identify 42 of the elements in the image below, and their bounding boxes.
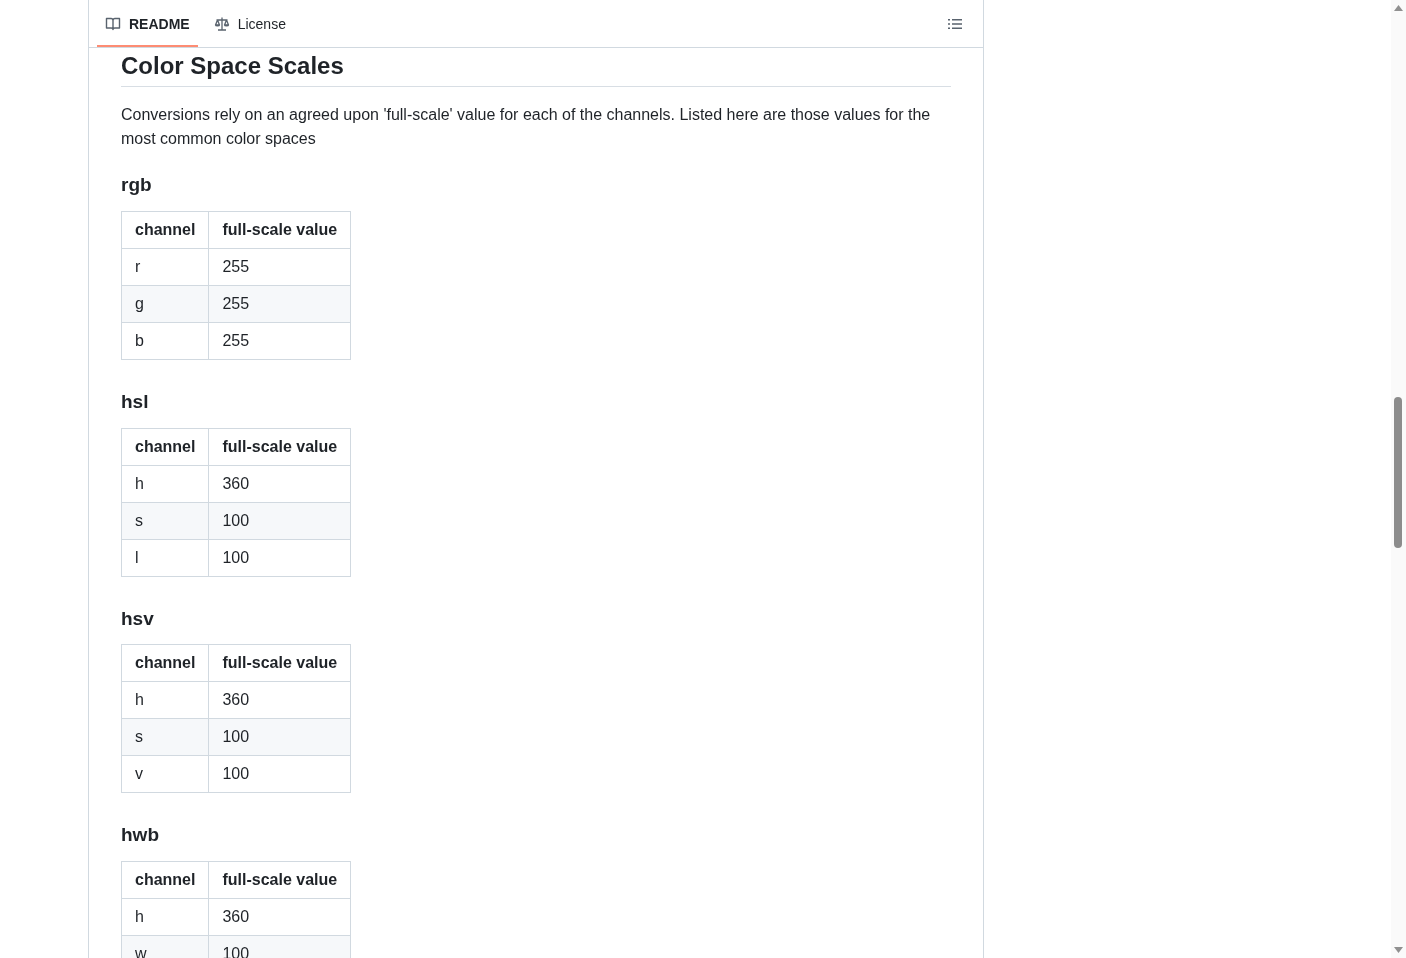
- table-cell: 255: [208, 285, 351, 323]
- table-cell: 100: [208, 718, 351, 756]
- table-cell: r: [121, 248, 209, 286]
- table-cell: 360: [208, 898, 351, 936]
- table-cell: b: [121, 322, 209, 360]
- table-cell: s: [121, 502, 209, 539]
- table-cell: g: [121, 285, 209, 323]
- tab[interactable]: License: [205, 0, 294, 47]
- column-header: full-scale value: [208, 428, 351, 465]
- book-icon: [105, 15, 121, 32]
- table-cell: v: [121, 755, 209, 793]
- subsection-heading: hwb: [121, 823, 160, 847]
- table-cell: 100: [208, 539, 351, 576]
- table-cell: s: [121, 718, 209, 756]
- intro-paragraph: Conversions rely on an agreed upon 'full-scale' value for each of the channels. Listed here are those values for the most common color spaces: [121, 105, 932, 149]
- table-cell: 100: [208, 755, 351, 793]
- table-cell: 100: [208, 502, 351, 539]
- table-cell: 360: [208, 681, 351, 719]
- table-cell: h: [121, 465, 209, 502]
- tab[interactable]: README: [97, 0, 198, 47]
- column-header: full-scale value: [208, 861, 351, 899]
- section-heading: Color Space Scales: [121, 51, 951, 87]
- subsection-heading: hsv: [121, 606, 155, 631]
- column-header: channel: [121, 644, 209, 682]
- scroll-up-icon[interactable]: [1394, 5, 1403, 11]
- table-cell: 360: [208, 465, 351, 502]
- subsection-heading: hsl: [121, 389, 150, 414]
- column-header: channel: [121, 861, 209, 899]
- table-cell: 255: [208, 322, 351, 360]
- scroll-down-icon[interactable]: [1394, 947, 1403, 953]
- scrollbar[interactable]: [1391, 0, 1406, 958]
- table-cell: 255: [208, 248, 351, 286]
- table-cell: l: [121, 539, 209, 576]
- table-cell: h: [121, 898, 209, 936]
- column-header: channel: [121, 211, 209, 249]
- column-header: full-scale value: [208, 644, 351, 682]
- column-header: channel: [121, 428, 209, 465]
- column-header: full-scale value: [208, 211, 351, 249]
- subsection-heading: rgb: [121, 173, 153, 197]
- table-cell: h: [121, 681, 209, 719]
- scrollbar-thumb[interactable]: [1394, 397, 1402, 548]
- scale-icon: [213, 15, 230, 32]
